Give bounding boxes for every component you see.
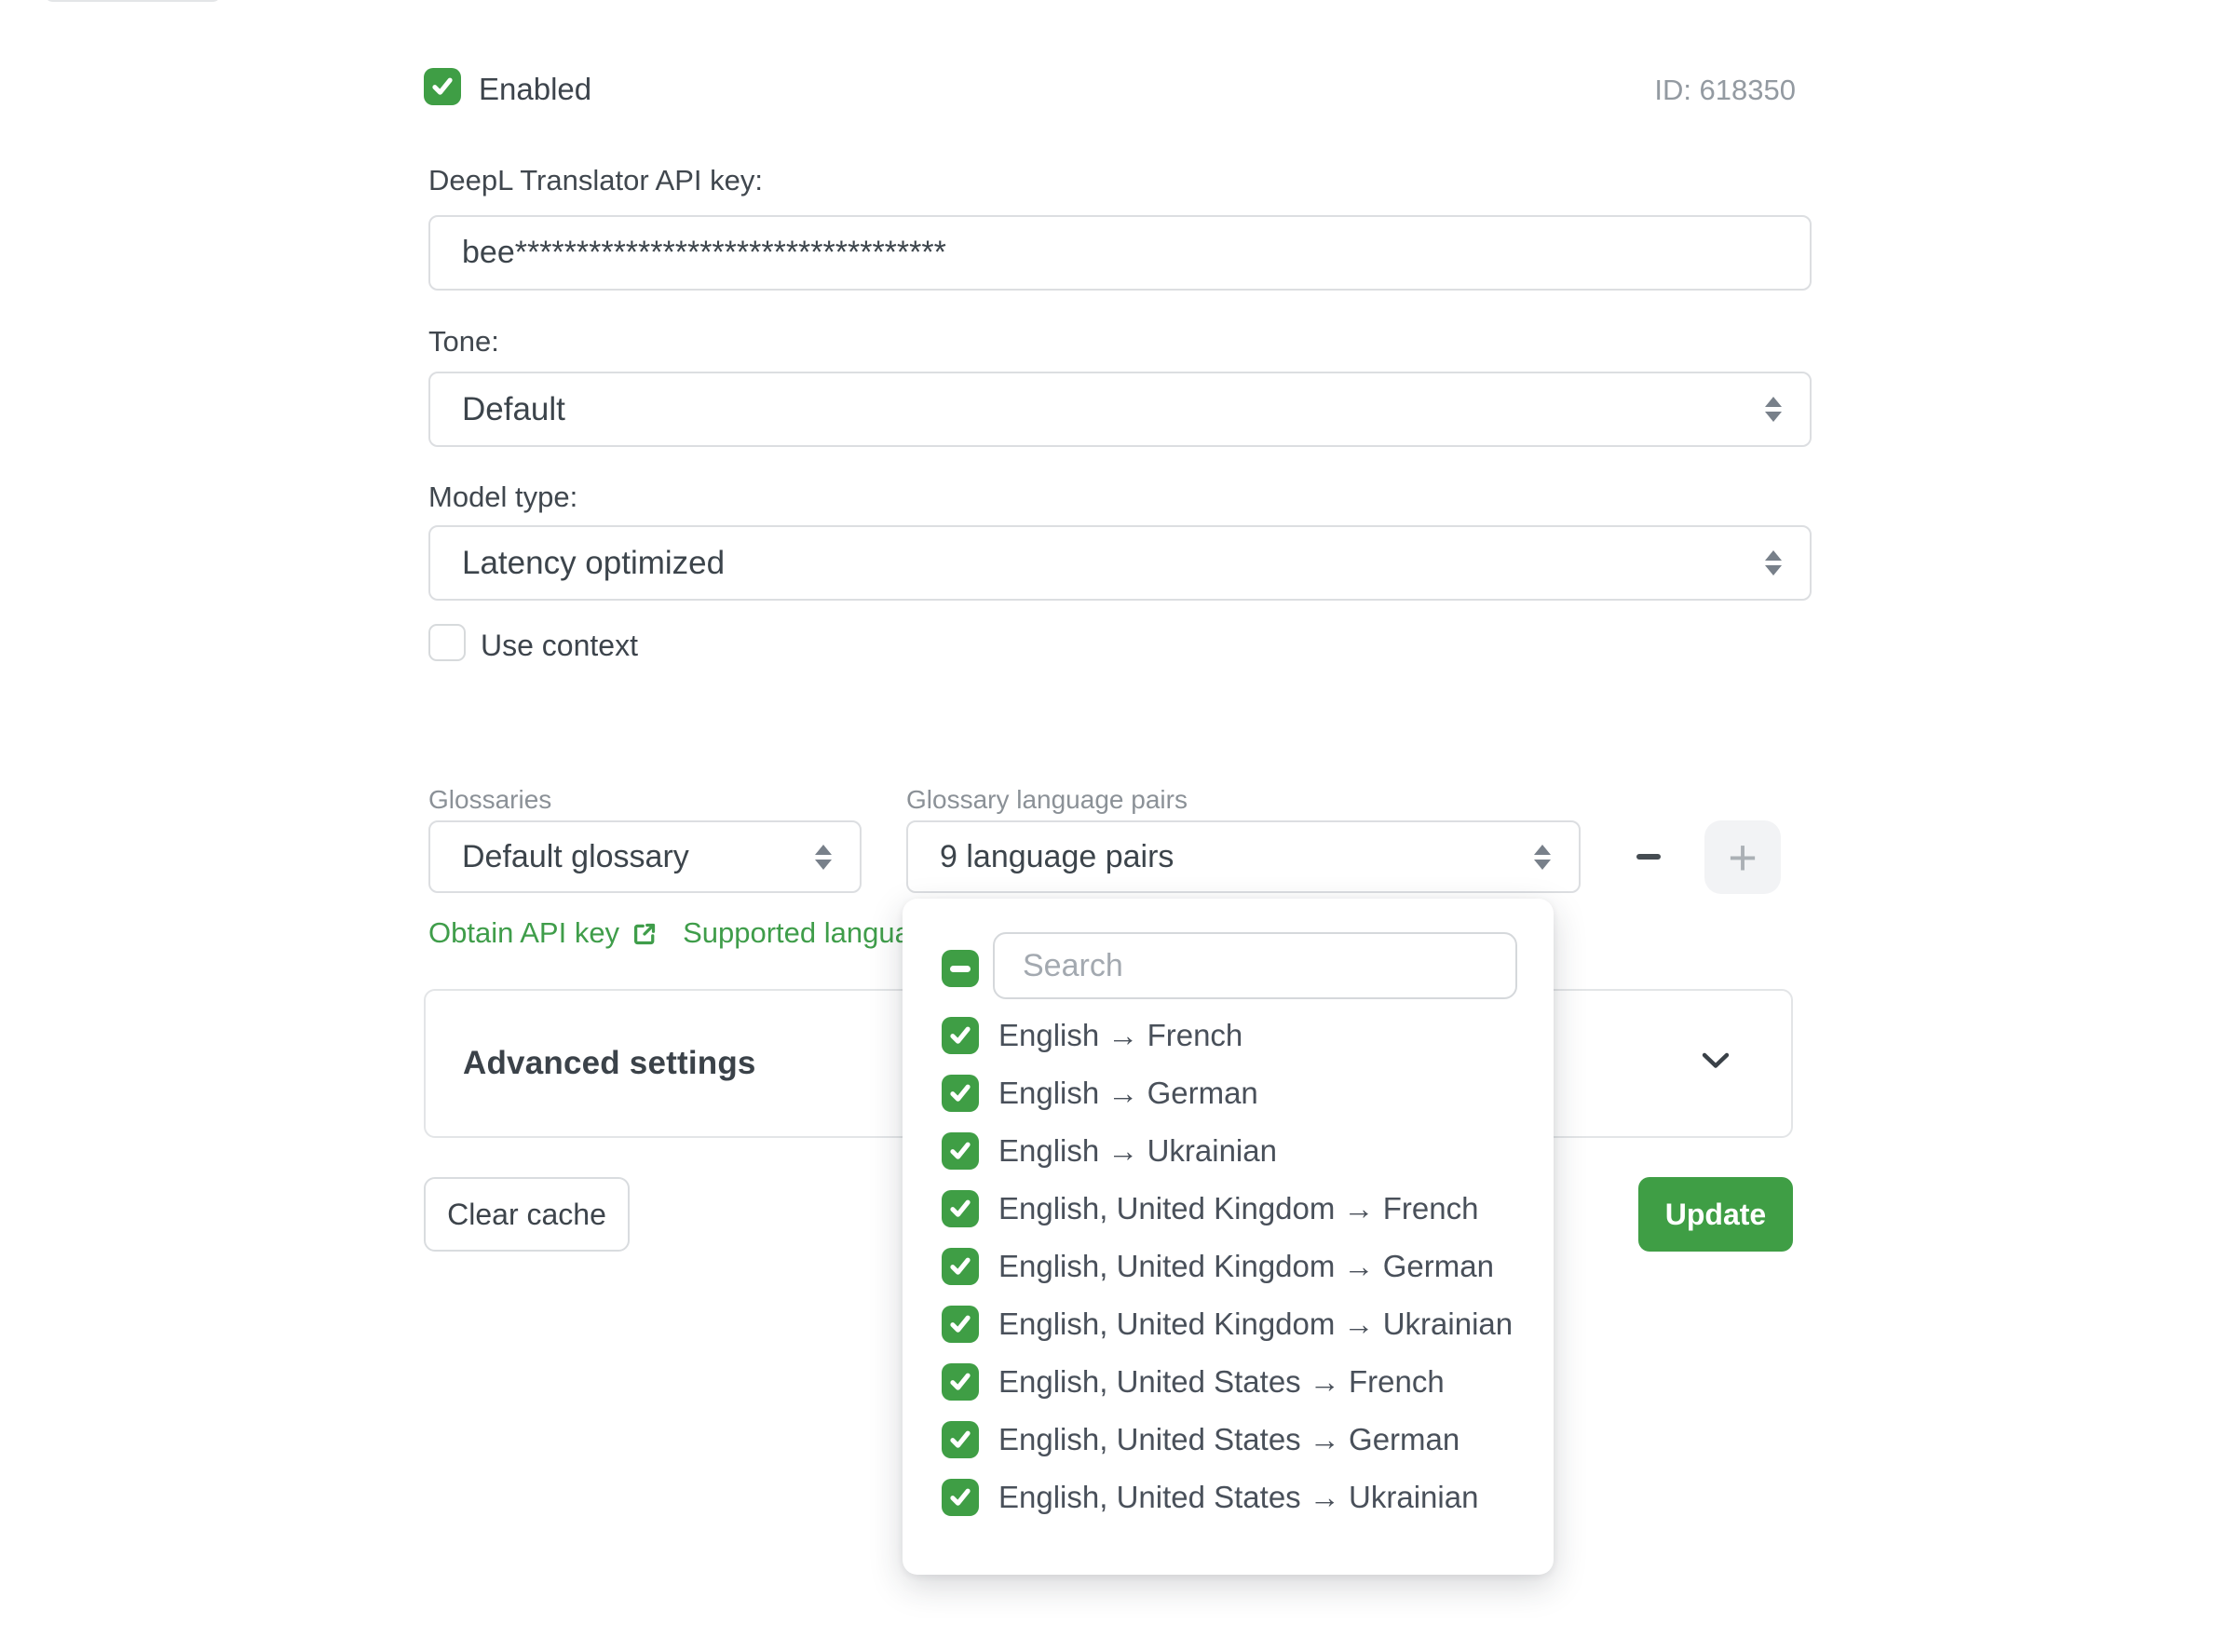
language-pair-label: English, United States → French [998, 1364, 1445, 1400]
obtain-api-key-link[interactable]: Obtain API key [428, 916, 619, 950]
external-link-icon [631, 920, 658, 948]
indeterminate-icon [950, 966, 971, 972]
model-type-label: Model type: [428, 481, 577, 514]
glossaries-label: Glossaries [428, 785, 551, 815]
check-icon [946, 1195, 974, 1223]
check-icon [946, 1426, 974, 1454]
checked-checkbox[interactable] [942, 1421, 979, 1458]
language-pair-option[interactable]: English, United States → Ukrainian [942, 1469, 1535, 1526]
check-icon [946, 1022, 974, 1049]
search-box [993, 932, 1517, 999]
language-pairs-label: Glossary language pairs [906, 785, 1188, 815]
integration-id: ID: 618350 [1472, 74, 1796, 107]
checked-checkbox[interactable] [942, 1075, 979, 1112]
language-pair-label: English → German [998, 1076, 1258, 1111]
language-pair-option[interactable]: English, United States → German [942, 1411, 1535, 1469]
api-key-input[interactable] [430, 217, 1810, 289]
language-pair-label: English → Ukrainian [998, 1133, 1277, 1169]
update-button[interactable]: Update [1638, 1177, 1793, 1252]
language-pair-option[interactable]: English, United Kingdom → Ukrainian [942, 1295, 1535, 1353]
tone-value: Default [462, 391, 565, 428]
checked-checkbox[interactable] [942, 1248, 979, 1285]
remove-glossary-button[interactable] [1622, 831, 1675, 883]
select-arrows-icon [1765, 397, 1782, 422]
enabled-label: Enabled [479, 72, 591, 107]
language-pairs-select[interactable]: 9 language pairs [906, 820, 1581, 893]
minus-icon [1636, 854, 1661, 860]
checked-checkbox[interactable] [942, 1479, 979, 1516]
language-pair-option[interactable]: English, United States → French [942, 1353, 1535, 1411]
select-arrows-icon [815, 845, 832, 870]
checked-checkbox[interactable] [942, 1190, 979, 1227]
clear-cache-button[interactable]: Clear cache [424, 1177, 630, 1252]
check-icon [946, 1368, 974, 1396]
check-icon [946, 1079, 974, 1107]
api-key-label: DeepL Translator API key: [428, 164, 763, 197]
glossary-value: Default glossary [462, 839, 689, 875]
check-icon [428, 73, 456, 101]
settings-page: Enabled ID: 618350 DeepL Translator API … [0, 0, 2213, 1652]
language-pair-option[interactable]: English → Ukrainian [942, 1122, 1535, 1180]
check-icon [946, 1483, 974, 1511]
check-icon [946, 1253, 974, 1280]
language-pair-list: English → French English → German Englis… [942, 1007, 1535, 1526]
language-pair-label: English, United Kingdom → French [998, 1191, 1478, 1226]
language-pair-label: English, United Kingdom → German [998, 1249, 1494, 1284]
search-input[interactable] [995, 934, 1515, 997]
language-pair-option[interactable]: English → German [942, 1064, 1535, 1122]
checked-checkbox[interactable] [942, 1363, 979, 1401]
language-pair-option[interactable]: English, United Kingdom → French [942, 1180, 1535, 1238]
checked-checkbox[interactable] [942, 1017, 979, 1054]
language-pair-option[interactable]: English → French [942, 1007, 1535, 1064]
select-arrows-icon [1534, 845, 1551, 870]
language-pair-label: English, United States → Ukrainian [998, 1480, 1478, 1515]
api-key-field-box [428, 215, 1812, 291]
enabled-checkbox[interactable] [424, 68, 461, 105]
select-all-checkbox[interactable] [942, 950, 979, 987]
use-context-checkbox[interactable] [428, 624, 466, 661]
language-pair-label: English → French [998, 1018, 1242, 1053]
language-pairs-dropdown: English → French English → German Englis… [903, 899, 1554, 1575]
cutoff-element [44, 0, 222, 2]
language-pair-option[interactable]: English, United Kingdom → German [942, 1238, 1535, 1295]
use-context-label: Use context [481, 629, 638, 663]
select-arrows-icon [1765, 550, 1782, 575]
checked-checkbox[interactable] [942, 1132, 979, 1170]
model-type-select[interactable]: Latency optimized [428, 525, 1812, 601]
check-icon [946, 1137, 974, 1165]
links-row: Obtain API key Supported languages [428, 914, 957, 952]
advanced-settings-title: Advanced settings [463, 1045, 756, 1082]
model-type-value: Latency optimized [462, 545, 725, 582]
add-glossary-button[interactable]: + [1704, 820, 1781, 894]
tone-select[interactable]: Default [428, 372, 1812, 447]
language-pairs-value: 9 language pairs [940, 839, 1174, 875]
chevron-down-icon [1702, 1052, 1730, 1069]
language-pair-label: English, United Kingdom → Ukrainian [998, 1307, 1513, 1342]
tone-label: Tone: [428, 325, 499, 359]
language-pair-label: English, United States → German [998, 1422, 1459, 1457]
check-icon [946, 1310, 974, 1338]
glossary-select[interactable]: Default glossary [428, 820, 862, 893]
checked-checkbox[interactable] [942, 1306, 979, 1343]
